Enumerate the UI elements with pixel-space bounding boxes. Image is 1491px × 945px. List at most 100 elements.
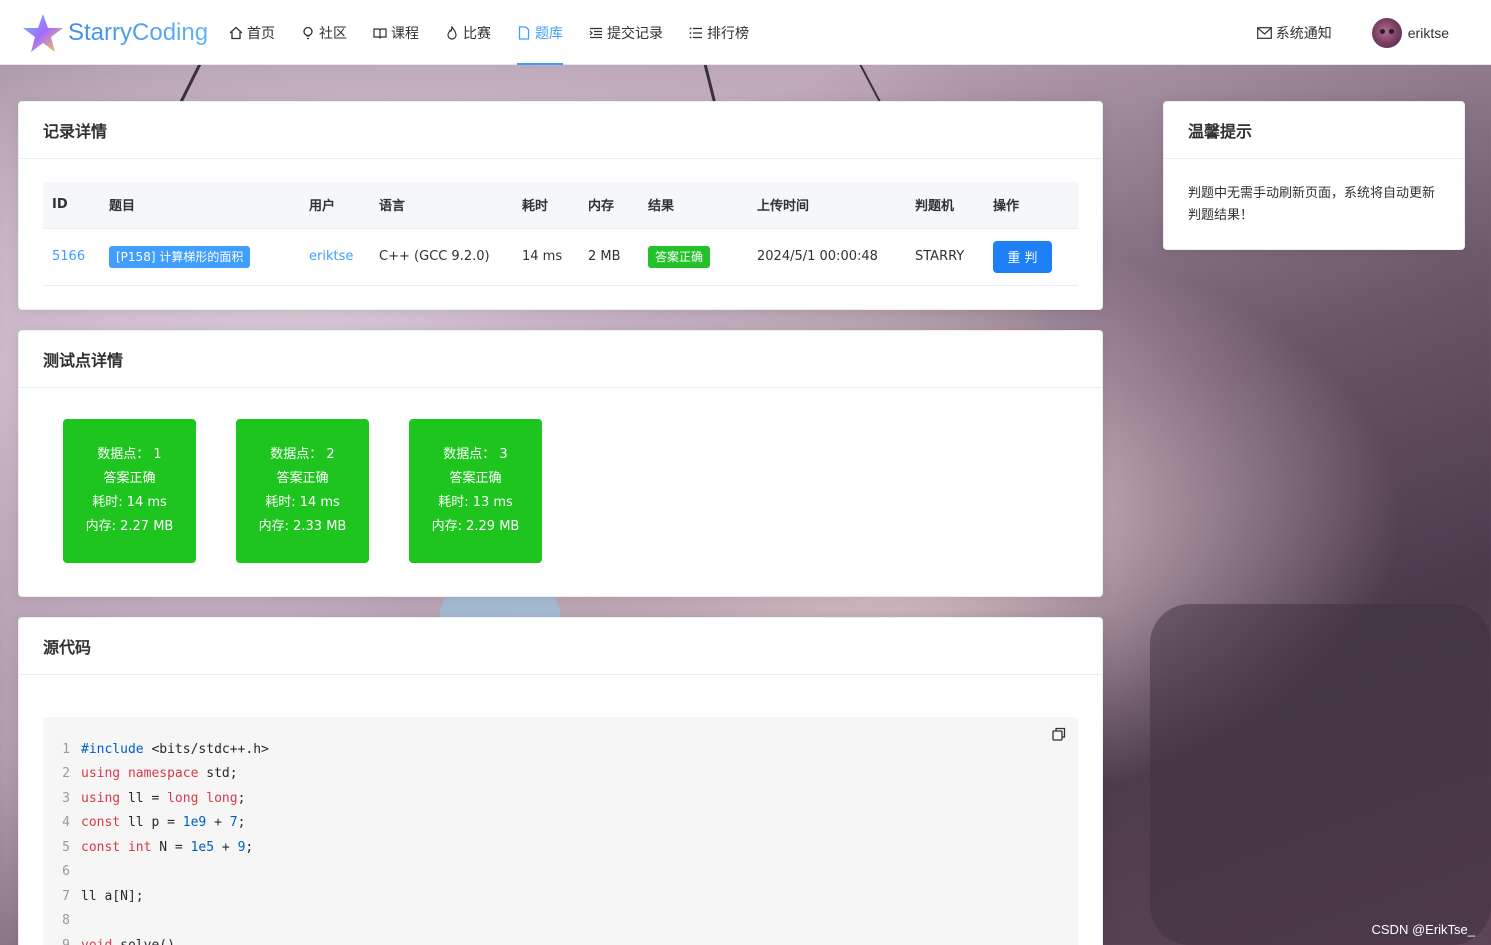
testpoint-label: 数据点： 3	[443, 447, 508, 462]
code-text: #include <bits/stdc++.h>	[81, 741, 269, 757]
col-header: 判题机	[906, 182, 984, 229]
testpoint-label: 数据点： 2	[270, 447, 335, 462]
testpoint-box: 数据点： 3 答案正确 耗时: 13 ms 内存: 2.29 MB	[409, 419, 542, 563]
record-detail-card: 记录详情 ID 题目 用户 语言 耗时 内存 结果 上传时间 判题机 操作 51…	[18, 101, 1103, 310]
line-number: 7	[62, 888, 70, 904]
code-block[interactable]: 1 #include <bits/stdc++.h> 2 using namespac…	[43, 717, 1078, 945]
col-header: 用户	[300, 182, 370, 229]
watermark: CSDN @ErikTse_	[1371, 922, 1476, 937]
code-text: void solve()	[81, 938, 175, 945]
system-notice-link[interactable]: 系统通知	[1256, 23, 1332, 43]
col-header: 耗时	[513, 182, 579, 229]
list-icon	[689, 27, 702, 38]
nav-item-submissions[interactable]: 提交记录	[576, 0, 676, 65]
code-line: 3 using ll = long long;	[43, 786, 1078, 811]
memory-cell: 2 MB	[579, 228, 639, 286]
table-row: 5166 [P158] 计算梯形的面积 eriktse C++ (GCC 9.2…	[43, 228, 1078, 286]
card-title: 源代码	[19, 618, 1102, 675]
code-line: 2 using namespace std;	[43, 762, 1078, 787]
avatar	[1371, 17, 1402, 48]
line-number: 3	[62, 790, 70, 806]
testpoint-time: 耗时: 14 ms	[265, 495, 340, 510]
code-line: 1 #include <bits/stdc++.h>	[43, 737, 1078, 762]
code-text: using namespace std;	[81, 766, 238, 782]
code-text: const ll p = 1e9 + 7;	[81, 815, 246, 831]
testpoint-status: 答案正确	[103, 471, 156, 486]
tips-text: 判题中无需手动刷新页面，系统将自动更新判题结果！	[1188, 186, 1436, 223]
problem-tag[interactable]: [P158] 计算梯形的面积	[109, 245, 251, 268]
line-number: 9	[43, 938, 81, 945]
testpoint-label: 数据点： 1	[97, 447, 162, 462]
col-header: 上传时间	[748, 182, 906, 229]
nav-item-problems[interactable]: 题库	[504, 0, 576, 65]
nav-item-label: 课程	[391, 24, 419, 41]
code-line: 7 ll a[N];	[43, 884, 1078, 909]
time-cell: 14 ms	[513, 228, 579, 286]
tips-card: 温馨提示 判题中无需手动刷新页面，系统将自动更新判题结果！	[1163, 101, 1465, 250]
copy-icon[interactable]	[1052, 727, 1066, 741]
line-number: 6	[62, 864, 70, 880]
testpoint-status: 答案正确	[449, 471, 502, 486]
mail-icon	[1256, 26, 1272, 39]
code-line: 6	[43, 860, 1078, 885]
list-indent-icon	[589, 27, 602, 38]
table-header-row: ID 题目 用户 语言 耗时 内存 结果 上传时间 判题机 操作	[43, 182, 1078, 229]
user-menu[interactable]: eriktse	[1371, 17, 1449, 48]
nav-item-label: 首页	[247, 24, 275, 41]
col-header: 操作	[984, 182, 1078, 229]
notice-label: 系统通知	[1275, 24, 1332, 41]
user-link[interactable]: eriktse	[309, 249, 353, 264]
nav-item-home[interactable]: 首页	[216, 0, 288, 65]
record-id-link[interactable]: 5166	[52, 249, 85, 264]
document-icon	[518, 25, 530, 40]
nav-item-community[interactable]: 社区	[288, 0, 360, 65]
card-title: 温馨提示	[1164, 102, 1464, 159]
nav-item-label: 比赛	[463, 24, 491, 41]
line-number: 8	[62, 913, 70, 929]
language-cell: C++ (GCC 9.2.0)	[370, 228, 513, 286]
bulb-icon	[303, 26, 313, 39]
home-icon	[229, 26, 243, 39]
testpoint-box: 数据点： 1 答案正确 耗时: 14 ms 内存: 2.27 MB	[63, 419, 196, 563]
col-header: 语言	[370, 182, 513, 229]
testpoint-box: 数据点： 2 答案正确 耗时: 14 ms 内存: 2.33 MB	[236, 419, 369, 563]
card-title: 记录详情	[19, 102, 1102, 159]
top-navbar: StarryCoding 首页 社区 课程 比赛 题库 提交记录 排行榜 系统通…	[0, 0, 1491, 65]
testpoint-memory: 内存: 2.29 MB	[431, 519, 520, 534]
code-text: const int N = 1e5 + 9;	[81, 839, 254, 855]
judge-cell: STARRY	[906, 228, 984, 286]
nav-item-label: 排行榜	[707, 24, 749, 41]
line-number: 5	[62, 839, 70, 855]
col-header: ID	[43, 182, 100, 229]
source-code-card: 源代码 1 #include <bits/stdc++.h> 2 using name…	[18, 617, 1103, 945]
nav-item-contests[interactable]: 比赛	[432, 0, 504, 65]
rejudge-button[interactable]: 重 判	[993, 240, 1052, 273]
nav-item-label: 提交记录	[607, 24, 663, 41]
testpoint-time: 耗时: 13 ms	[438, 495, 513, 510]
nav-item-courses[interactable]: 课程	[360, 0, 432, 65]
line-number: 1	[62, 741, 70, 757]
testpoint-time: 耗时: 14 ms	[92, 495, 167, 510]
upload-time-cell: 2024/5/1 00:00:48	[748, 228, 906, 286]
col-header: 结果	[639, 182, 748, 229]
nav-item-label: 题库	[535, 24, 563, 41]
nav-item-ranking[interactable]: 排行榜	[676, 0, 762, 65]
star-logo-icon	[23, 14, 63, 52]
main-nav: 首页 社区 课程 比赛 题库 提交记录 排行榜	[216, 0, 762, 65]
code-line: 9void solve()	[43, 933, 1078, 945]
testpoint-status: 答案正确	[276, 471, 329, 486]
book-icon	[373, 27, 387, 39]
result-badge: 答案正确	[648, 245, 711, 268]
nav-right: 系统通知 eriktse	[1256, 0, 1491, 65]
testpoint-list: 数据点： 1 答案正确 耗时: 14 ms 内存: 2.27 MB 数据点： 2…	[63, 419, 582, 563]
line-number: 2	[62, 766, 70, 782]
testpoint-memory: 内存: 2.33 MB	[258, 519, 347, 534]
col-header: 题目	[100, 182, 300, 229]
flame-icon	[447, 25, 457, 40]
brand-name: StarryCoding	[68, 19, 209, 46]
brand-logo[interactable]: StarryCoding	[22, 12, 208, 54]
col-header: 内存	[579, 182, 639, 229]
code-line: 4 const ll p = 1e9 + 7;	[43, 811, 1078, 836]
code-line: 8	[43, 909, 1078, 934]
code-line: 5 const int N = 1e5 + 9;	[43, 835, 1078, 860]
